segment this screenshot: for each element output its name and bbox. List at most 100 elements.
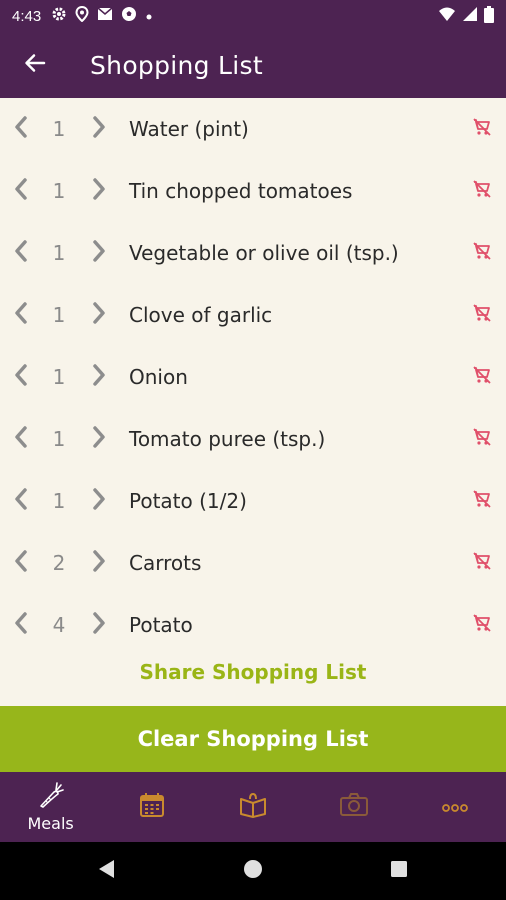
chevron-left-icon — [14, 550, 28, 576]
increase-quantity-button[interactable] — [84, 362, 114, 392]
increase-quantity-button[interactable] — [84, 176, 114, 206]
chevron-right-icon — [92, 364, 106, 390]
increase-quantity-button[interactable] — [84, 238, 114, 268]
list-item: 1 Onion — [0, 346, 506, 408]
decrease-quantity-button[interactable] — [6, 176, 36, 206]
chevron-right-icon — [92, 612, 106, 638]
remove-item-button[interactable] — [468, 487, 496, 515]
chevron-right-icon — [92, 550, 106, 576]
share-shopping-list-link[interactable]: Share Shopping List — [0, 652, 506, 692]
remove-from-cart-icon — [472, 427, 492, 451]
chevron-left-icon — [14, 488, 28, 514]
decrease-quantity-button[interactable] — [6, 486, 36, 516]
item-quantity: 4 — [52, 613, 66, 637]
remove-from-cart-icon — [472, 117, 492, 141]
status-left-icons — [51, 5, 153, 26]
increase-quantity-button[interactable] — [84, 424, 114, 454]
chevron-right-icon — [92, 488, 106, 514]
item-quantity: 1 — [52, 241, 66, 265]
decrease-quantity-button[interactable] — [6, 238, 36, 268]
list-item: 1 Clove of garlic — [0, 284, 506, 346]
nav-meals[interactable]: Meals — [0, 772, 101, 842]
location-icon — [75, 5, 89, 26]
nav-calendar[interactable] — [101, 772, 202, 842]
item-quantity: 1 — [52, 365, 66, 389]
list-item: 1 Water (pint) — [0, 98, 506, 160]
remove-item-button[interactable] — [468, 425, 496, 453]
remove-from-cart-icon — [472, 613, 492, 637]
remove-item-button[interactable] — [468, 549, 496, 577]
remove-from-cart-icon — [472, 365, 492, 389]
circle-home-icon — [243, 859, 263, 883]
remove-item-button[interactable] — [468, 239, 496, 267]
remove-from-cart-icon — [472, 489, 492, 513]
status-time: 4:43 — [12, 7, 42, 25]
item-name: Potato (1/2) — [129, 489, 247, 513]
remove-from-cart-icon — [472, 179, 492, 203]
arrow-left-icon — [23, 51, 47, 79]
chevron-left-icon — [14, 240, 28, 266]
back-button[interactable] — [0, 32, 70, 98]
chevron-right-icon — [92, 426, 106, 452]
remove-item-button[interactable] — [468, 301, 496, 329]
chevron-left-icon — [14, 364, 28, 390]
item-name: Vegetable or olive oil (tsp.) — [129, 241, 399, 265]
increase-quantity-button[interactable] — [84, 548, 114, 578]
status-bar: 4:43 — [0, 0, 506, 32]
gear-icon — [51, 6, 67, 26]
page-title: Shopping List — [90, 50, 263, 80]
decrease-quantity-button[interactable] — [6, 424, 36, 454]
remove-from-cart-icon — [472, 303, 492, 327]
camera-icon — [340, 793, 369, 821]
calendar-icon — [139, 792, 165, 822]
shopping-list: 1 Water (pint) 1 Tin chopped tomatoes 1 … — [0, 98, 506, 638]
item-name: Clove of garlic — [129, 303, 273, 327]
system-back-button[interactable] — [76, 842, 136, 900]
increase-quantity-button[interactable] — [84, 300, 114, 330]
status-right-icons — [438, 5, 494, 27]
list-item: 1 Potato (1/2) — [0, 470, 506, 532]
item-quantity: 1 — [52, 489, 66, 513]
system-nav-bar — [0, 842, 506, 900]
item-quantity: 1 — [52, 303, 66, 327]
increase-quantity-button[interactable] — [84, 486, 114, 516]
remove-item-button[interactable] — [468, 363, 496, 391]
nav-recipes[interactable] — [202, 772, 303, 842]
item-name: Onion — [129, 365, 188, 389]
system-recents-button[interactable] — [369, 842, 429, 900]
square-recents-icon — [390, 860, 408, 882]
system-home-button[interactable] — [223, 842, 283, 900]
item-quantity: 1 — [52, 179, 66, 203]
remove-item-button[interactable] — [468, 177, 496, 205]
nav-camera[interactable] — [304, 772, 405, 842]
decrease-quantity-button[interactable] — [6, 362, 36, 392]
chevron-right-icon — [92, 178, 106, 204]
item-name: Water (pint) — [129, 117, 249, 141]
triangle-back-icon — [97, 859, 115, 883]
decrease-quantity-button[interactable] — [6, 300, 36, 330]
increase-quantity-button[interactable] — [84, 114, 114, 144]
list-item: 1 Vegetable or olive oil (tsp.) — [0, 222, 506, 284]
decrease-quantity-button[interactable] — [6, 114, 36, 144]
decrease-quantity-button[interactable] — [6, 548, 36, 578]
chevron-right-icon — [92, 302, 106, 328]
recipe-book-icon — [239, 792, 267, 822]
remove-item-button[interactable] — [468, 115, 496, 143]
signal-icon — [462, 6, 478, 26]
wifi-icon — [438, 6, 456, 26]
remove-from-cart-icon — [472, 241, 492, 265]
chevron-left-icon — [14, 302, 28, 328]
chevron-left-icon — [14, 178, 28, 204]
nav-meals-label: Meals — [27, 813, 74, 833]
more-icon — [442, 798, 469, 817]
increase-quantity-button[interactable] — [84, 610, 114, 640]
bottom-nav: Meals — [0, 772, 506, 842]
remove-item-button[interactable] — [468, 611, 496, 639]
dot-icon — [145, 7, 153, 25]
battery-icon — [484, 5, 494, 27]
clear-shopping-list-button[interactable]: Clear Shopping List — [0, 706, 506, 772]
item-name: Tomato puree (tsp.) — [129, 427, 326, 451]
nav-more[interactable] — [405, 772, 506, 842]
decrease-quantity-button[interactable] — [6, 610, 36, 640]
soccer-icon — [121, 6, 137, 26]
